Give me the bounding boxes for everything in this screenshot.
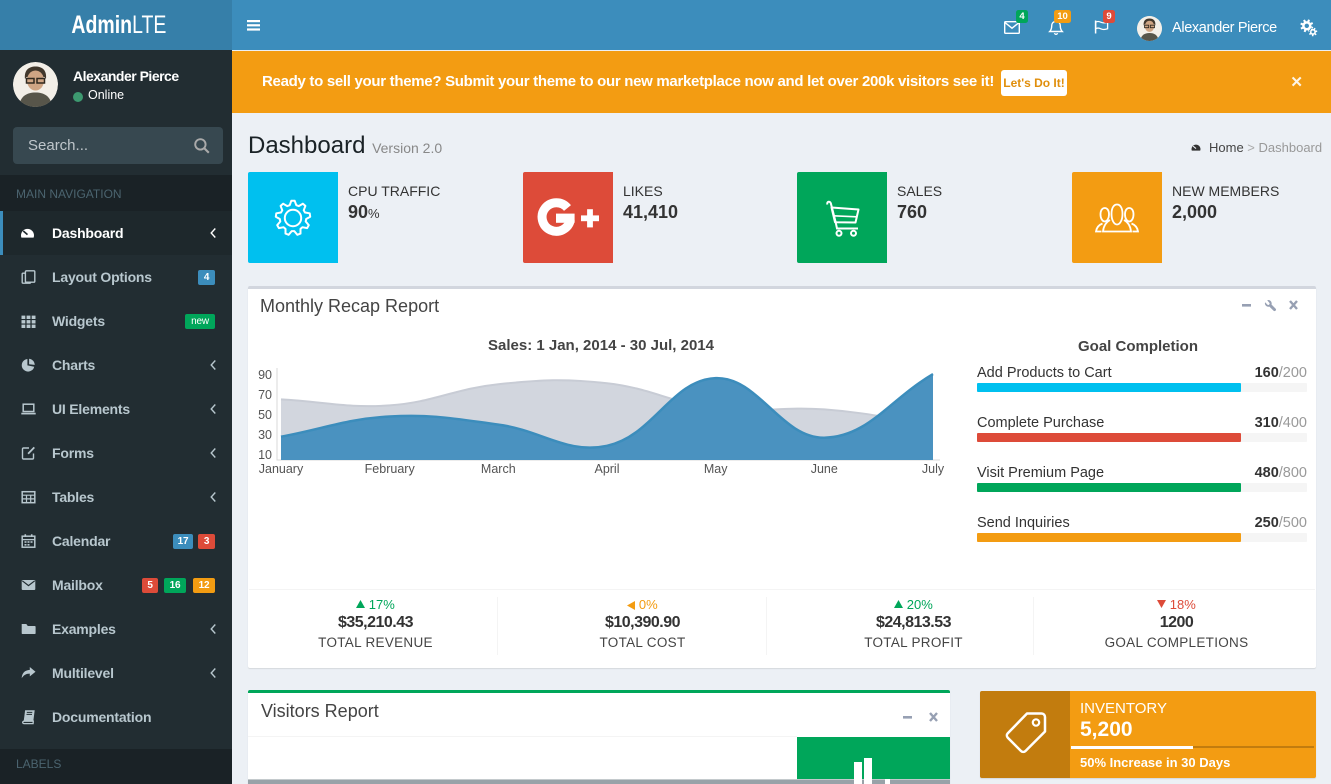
svg-text:April: April [594, 462, 619, 476]
svg-text:30: 30 [258, 428, 272, 442]
svg-text:May: May [704, 462, 728, 476]
svg-text:January: January [259, 462, 304, 476]
svg-text:July: July [922, 462, 945, 476]
svg-text:70: 70 [258, 388, 272, 402]
svg-text:June: June [811, 462, 838, 476]
svg-text:10: 10 [258, 448, 272, 462]
svg-text:March: March [481, 462, 516, 476]
svg-text:February: February [365, 462, 416, 476]
svg-text:50: 50 [258, 408, 272, 422]
svg-text:90: 90 [258, 368, 272, 382]
